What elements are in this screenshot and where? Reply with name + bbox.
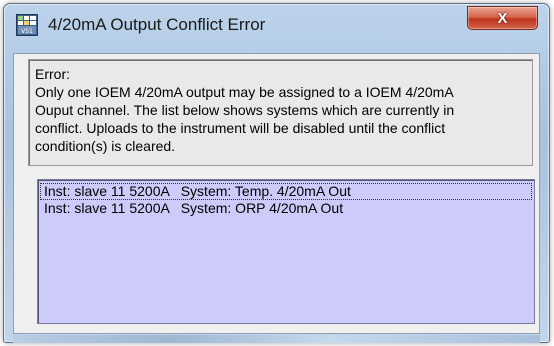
conflict-list[interactable]: Inst: slave 11 5200A System: Temp. 4/20m… (37, 179, 535, 324)
list-item[interactable]: Inst: slave 11 5200A System: Temp. 4/20m… (40, 183, 532, 200)
list-item[interactable]: Inst: slave 11 5200A System: ORP 4/20mA … (40, 200, 532, 217)
error-message-box: Error: Only one IOEM 4/20mA output may b… (28, 59, 533, 166)
svg-text:V51: V51 (21, 28, 33, 35)
error-message-text: Error: Only one IOEM 4/20mA output may b… (35, 66, 455, 154)
window-title: 4/20mA Output Conflict Error (48, 15, 266, 34)
close-icon: X (497, 9, 508, 27)
window-bottom-frame (13, 335, 540, 343)
app-grid-icon: V51 (16, 14, 38, 36)
close-button[interactable]: X (467, 6, 538, 30)
title-bar[interactable]: V51 4/20mA Output Conflict Error X (4, 4, 549, 52)
